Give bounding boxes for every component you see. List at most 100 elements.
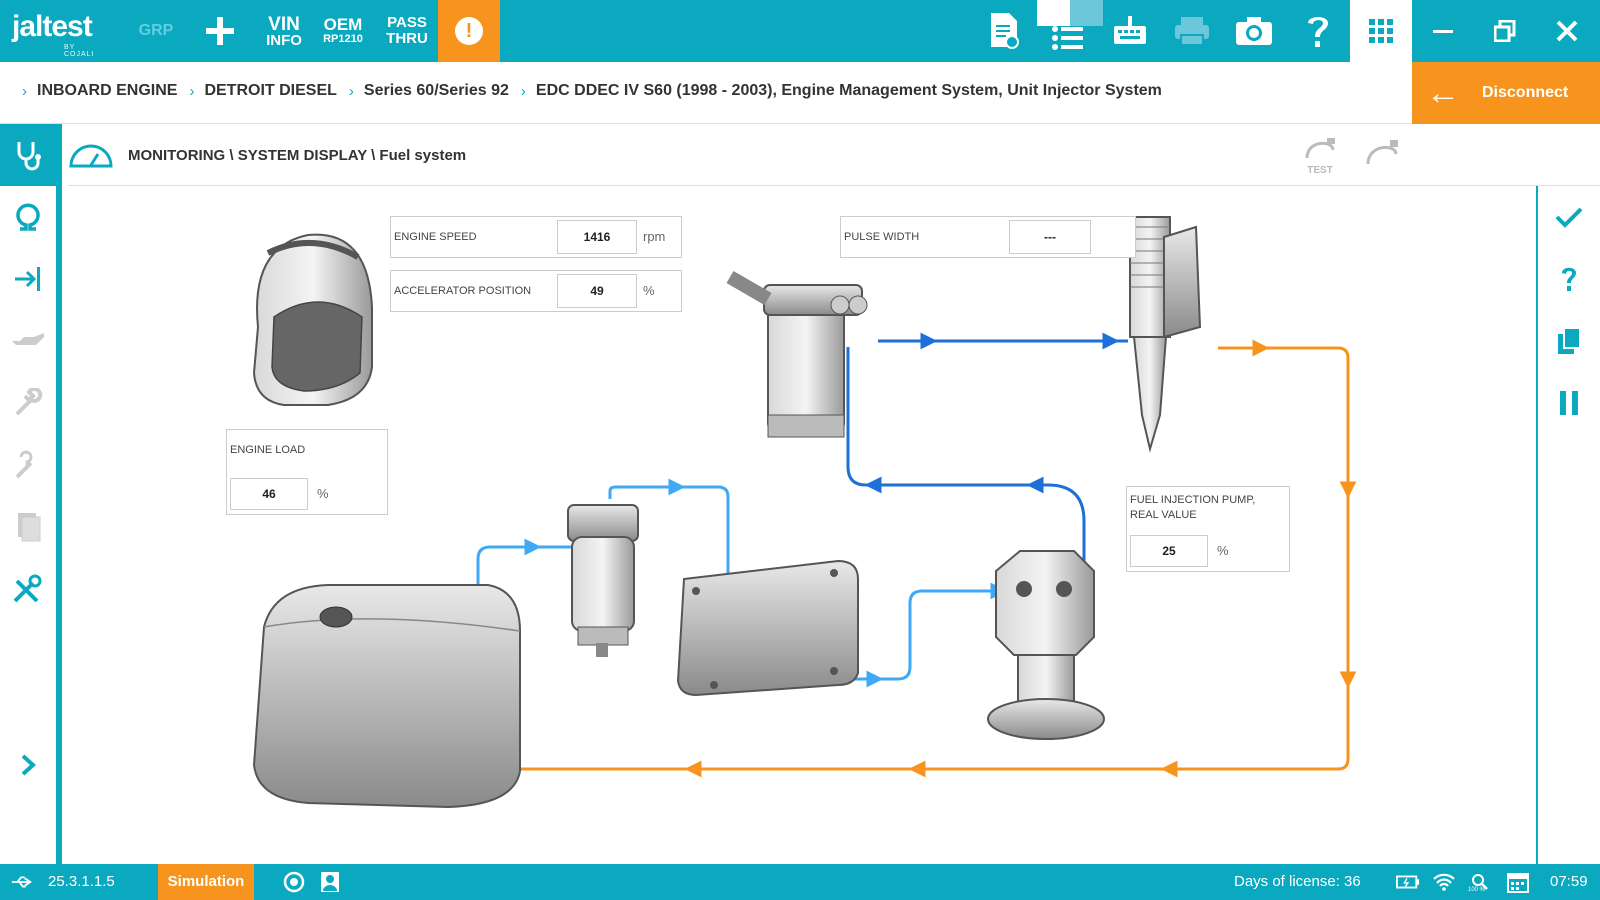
sidebar-item-wrench[interactable] bbox=[0, 372, 56, 434]
restore-icon bbox=[1494, 20, 1516, 42]
zoom-indicator: 100 % bbox=[1468, 870, 1492, 894]
accelerator-position-label: ACCELERATOR POSITION bbox=[394, 285, 532, 297]
report-button[interactable] bbox=[982, 0, 1026, 62]
oem-rp1210-button[interactable]: OEM RP1210 bbox=[318, 0, 368, 62]
check-icon bbox=[1555, 207, 1583, 228]
sidebar-item-documents[interactable] bbox=[0, 496, 56, 558]
section-header: MONITORING \ SYSTEM DISPLAY \ Fuel syste… bbox=[68, 126, 1600, 186]
supply-line-high bbox=[846, 332, 1128, 567]
fuel-injection-pump-unit: % bbox=[1217, 543, 1229, 558]
documents-icon bbox=[18, 513, 41, 542]
chevron-right-icon: › bbox=[189, 82, 195, 100]
keyboard-button[interactable] bbox=[1108, 0, 1152, 62]
wrench-question-icon bbox=[15, 450, 33, 479]
close-icon bbox=[1556, 20, 1578, 42]
sidebar-item-tools[interactable] bbox=[0, 558, 56, 620]
sidebar-item-repair-help[interactable] bbox=[0, 434, 56, 496]
chevron-right-icon: › bbox=[348, 82, 354, 100]
engine-load-label: ENGINE LOAD bbox=[230, 444, 306, 456]
fuel-lines-drawing bbox=[252, 216, 1357, 809]
pulse-width-label: PULSE WIDTH bbox=[844, 231, 920, 243]
print-button[interactable] bbox=[1170, 0, 1214, 62]
fuel-injection-pump-value: 25 bbox=[1130, 535, 1208, 567]
list-icon bbox=[1052, 26, 1083, 50]
accelerator-position-value: 49 bbox=[557, 274, 637, 308]
logo-name: jaltest bbox=[12, 10, 93, 43]
document-search-icon bbox=[991, 13, 1019, 49]
breadcrumb-item[interactable]: EDC DDEC IV S60 (1998 - 2003), Engine Ma… bbox=[536, 82, 1162, 100]
grp-button[interactable]: GRP bbox=[134, 0, 178, 62]
fuel-pump-illustration bbox=[987, 550, 1105, 740]
pause-button[interactable] bbox=[1538, 372, 1600, 434]
page-title: MONITORING \ SYSTEM DISPLAY \ Fuel syste… bbox=[128, 147, 467, 164]
documents-button[interactable] bbox=[1538, 310, 1600, 372]
engine-load-panel: ENGINE LOAD 46 % bbox=[226, 429, 388, 515]
throttle-control-illustration bbox=[252, 233, 373, 406]
fuel-injection-pump-panel: FUEL INJECTION PUMP, REAL VALUE 25 % bbox=[1126, 486, 1290, 572]
prefilter-illustration bbox=[567, 504, 639, 657]
app-window: jaltest BY COJALI GRP VIN INFO OEM RP121… bbox=[0, 0, 1600, 900]
ecu-illustration bbox=[676, 559, 859, 697]
pulse-width-value: --- bbox=[1009, 220, 1091, 254]
pass-label-1: PASS bbox=[387, 14, 427, 31]
right-sidebar bbox=[1536, 186, 1600, 864]
gauge-icon bbox=[69, 144, 113, 167]
accelerator-position-unit: % bbox=[643, 283, 655, 298]
minimize-icon bbox=[1433, 30, 1453, 33]
calendar-icon[interactable] bbox=[1506, 870, 1530, 894]
vin-info-button[interactable]: VIN INFO bbox=[256, 0, 312, 62]
warning-icon: ! bbox=[455, 17, 483, 45]
clock-label: 07:59 bbox=[1550, 873, 1588, 890]
license-days-label: Days of license: 36 bbox=[1234, 873, 1361, 890]
omega-icon bbox=[16, 203, 40, 231]
sidebar-item-connect[interactable] bbox=[0, 248, 56, 310]
user-icon[interactable] bbox=[318, 870, 342, 894]
add-button[interactable] bbox=[196, 0, 244, 62]
sidebar-item-ohm[interactable] bbox=[0, 186, 56, 248]
sidebar-item-oil[interactable] bbox=[0, 310, 56, 372]
fuel-injection-pump-label: FUEL INJECTION PUMP, REAL VALUE bbox=[1130, 494, 1256, 521]
breadcrumb-item[interactable]: DETROIT DIESEL bbox=[204, 82, 336, 100]
screenshot-button[interactable] bbox=[1232, 0, 1276, 62]
printer-icon bbox=[1175, 17, 1209, 46]
close-button[interactable] bbox=[1536, 0, 1598, 62]
arrow-left-icon: ← bbox=[1426, 74, 1460, 112]
chevron-right-icon bbox=[21, 754, 36, 776]
pause-icon bbox=[1560, 391, 1578, 415]
fuel-filter-illustration bbox=[726, 270, 868, 438]
wrench-icon bbox=[15, 388, 43, 416]
info-help-button[interactable] bbox=[1538, 248, 1600, 310]
pass-label-2: THRU bbox=[386, 30, 428, 47]
engine-speed-unit: rpm bbox=[643, 229, 666, 244]
left-sidebar bbox=[0, 124, 62, 864]
apps-grid-icon bbox=[1369, 19, 1393, 43]
question-mark-icon bbox=[1562, 267, 1576, 291]
apps-grid-button[interactable] bbox=[1350, 0, 1412, 62]
sidebar-item-diagnosis[interactable] bbox=[0, 124, 56, 186]
pass-thru-button[interactable]: PASS THRU bbox=[380, 0, 434, 62]
warning-button[interactable]: ! bbox=[438, 0, 500, 62]
help-button[interactable] bbox=[1298, 0, 1338, 62]
restore-button[interactable] bbox=[1474, 0, 1536, 62]
oem-label-2: RP1210 bbox=[323, 33, 363, 45]
oem-label-1: OEM bbox=[323, 15, 363, 34]
engine-speed-panel: ENGINE SPEED 1416 rpm bbox=[390, 216, 682, 258]
breadcrumb-item[interactable]: Series 60/Series 92 bbox=[364, 82, 509, 100]
pulse-width-panel: PULSE WIDTH --- bbox=[840, 216, 1136, 258]
tools-icon bbox=[13, 574, 42, 603]
list-button[interactable] bbox=[1046, 14, 1090, 62]
accept-button[interactable] bbox=[1538, 186, 1600, 248]
fuel-tank-illustration bbox=[252, 584, 521, 809]
breadcrumb: › INBOARD ENGINE › DETROIT DIESEL › Seri… bbox=[22, 82, 1174, 100]
oil-can-icon bbox=[12, 333, 44, 345]
documents-stack-icon bbox=[1558, 327, 1581, 354]
fuel-system-diagram: ENGINE SPEED 1416 rpm ACCELERATOR POSITI… bbox=[68, 187, 1534, 863]
engine-load-unit: % bbox=[317, 486, 329, 501]
minimize-button[interactable] bbox=[1412, 0, 1474, 62]
breadcrumb-item[interactable]: INBOARD ENGINE bbox=[37, 82, 177, 100]
disconnect-button[interactable]: ← Disconnect bbox=[1412, 62, 1600, 124]
sidebar-expand-button[interactable] bbox=[0, 734, 56, 796]
support-icon[interactable] bbox=[282, 870, 306, 894]
question-mark-icon bbox=[1308, 17, 1328, 47]
logo-sub: BY COJALI bbox=[64, 44, 95, 58]
